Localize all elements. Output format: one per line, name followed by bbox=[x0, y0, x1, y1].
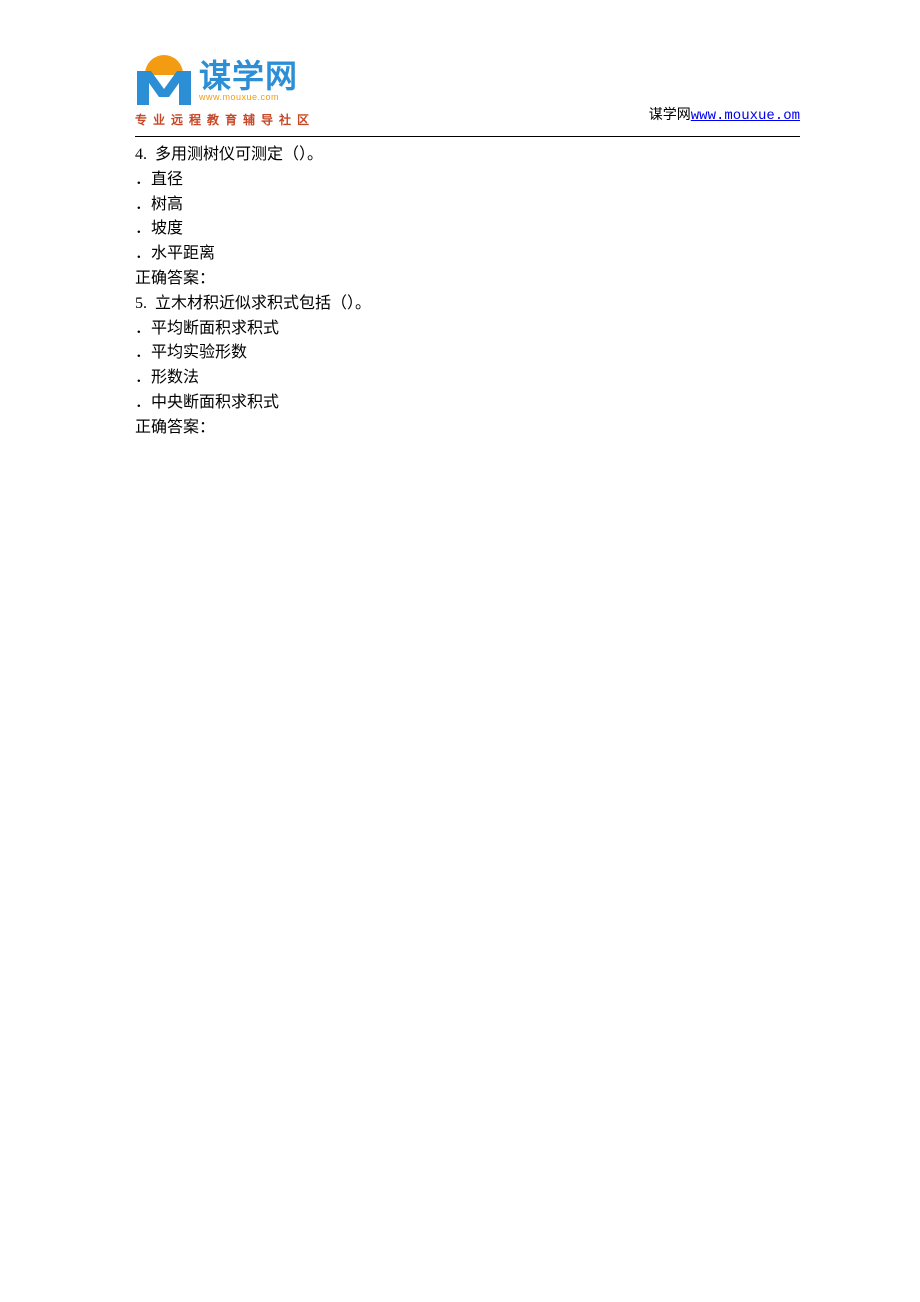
question-number: 4. bbox=[135, 143, 147, 168]
logo-url-text: www.mouxue.com bbox=[199, 92, 298, 102]
logo-icon bbox=[135, 55, 193, 107]
logo-m-shape bbox=[135, 69, 193, 107]
header-right: 谋学网www.mouxue.om bbox=[649, 104, 800, 128]
question-option: ．水平距离 bbox=[135, 242, 800, 267]
question-option: ．直径 bbox=[135, 168, 800, 193]
answer-label: 正确答案： bbox=[135, 267, 800, 292]
logo-row: 谋学网 www.mouxue.com bbox=[135, 55, 298, 107]
header-right-label: 谋学网 bbox=[649, 108, 691, 123]
question-option: ．形数法 bbox=[135, 366, 800, 391]
logo-tagline: 专业远程教育辅导社区 bbox=[135, 111, 315, 128]
question-stem: 4. 多用测树仪可测定（）。 bbox=[135, 143, 800, 168]
question-text: 多用测树仪可测定（）。 bbox=[155, 146, 323, 163]
question-number: 5. bbox=[135, 292, 147, 317]
header-divider bbox=[135, 136, 800, 137]
logo-text-group: 谋学网 www.mouxue.com bbox=[199, 60, 298, 102]
question-option: ．中央断面积求积式 bbox=[135, 391, 800, 416]
content-body: 4. 多用测树仪可测定（）。 ．直径 ．树高 ．坡度 ．水平距离 正确答案： 5… bbox=[135, 143, 800, 441]
answer-label: 正确答案： bbox=[135, 416, 800, 441]
question-option: ．树高 bbox=[135, 193, 800, 218]
header-link[interactable]: www.mouxue.om bbox=[691, 108, 800, 124]
logo-brand-text: 谋学网 bbox=[199, 60, 298, 92]
question-option: ．平均实验形数 bbox=[135, 341, 800, 366]
page-header: 谋学网 www.mouxue.com 专业远程教育辅导社区 谋学网www.mou… bbox=[135, 55, 800, 128]
question-stem: 5. 立木材积近似求积式包括（）。 bbox=[135, 292, 800, 317]
question-option: ．坡度 bbox=[135, 217, 800, 242]
question-text: 立木材积近似求积式包括（）。 bbox=[155, 295, 371, 312]
page-container: 谋学网 www.mouxue.com 专业远程教育辅导社区 谋学网www.mou… bbox=[0, 0, 920, 441]
logo-block: 谋学网 www.mouxue.com 专业远程教育辅导社区 bbox=[135, 55, 315, 128]
question-option: ．平均断面积求积式 bbox=[135, 317, 800, 342]
